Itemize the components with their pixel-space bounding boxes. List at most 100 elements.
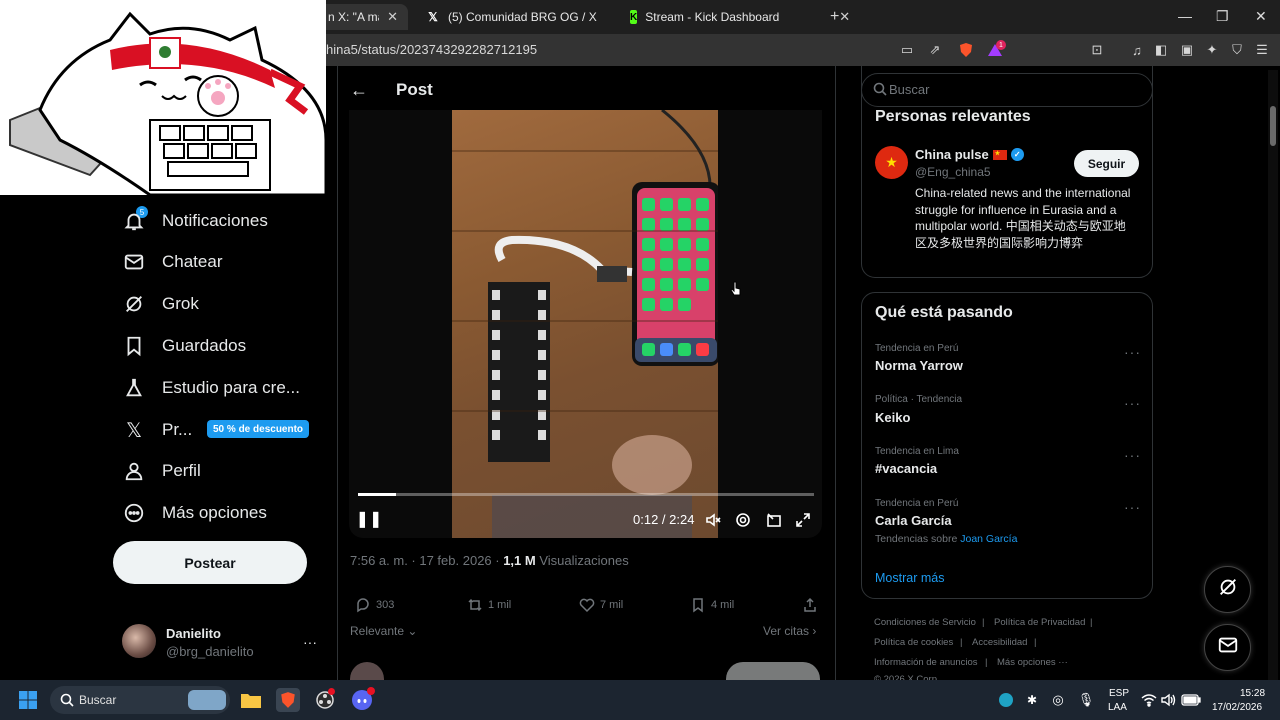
video-player[interactable] [349,110,822,538]
trend-more-icon[interactable]: ··· [1124,344,1141,360]
mute-icon[interactable] [704,511,722,529]
bookmark-button[interactable]: 4 mil [689,596,734,614]
mail-icon [1217,634,1239,661]
trend-category: Tendencia en Perú [875,498,959,509]
leo-ai-icon[interactable]: ✦ [1203,41,1221,59]
footer-link[interactable]: Accesibilidad [972,637,1027,648]
share-icon[interactable]: ⇗ [926,41,944,59]
tab-title: Stream - Kick Dashboard [645,10,780,24]
footer-link[interactable]: Más opciones ··· [997,657,1068,668]
sidebar-toggle-icon[interactable]: ◧ [1152,41,1170,59]
view-quotes-link[interactable]: Ver citas › [763,624,816,638]
menu-icon[interactable]: ☰ [1253,41,1271,59]
cast-icon[interactable]: ▭ [898,41,916,59]
footer-link[interactable]: Información de anuncios [874,657,978,668]
brave-browser-icon[interactable] [276,688,300,712]
show-more-link[interactable]: Mostrar más [875,571,944,585]
trends-title: Qué está pasando [875,304,1013,321]
close-window-button[interactable]: ✕ [1255,8,1267,25]
maximize-button[interactable]: ❐ [1216,8,1229,25]
file-explorer-icon[interactable] [239,688,263,712]
account-more-icon[interactable]: ··· [303,634,317,650]
follow-button[interactable]: Seguir [1074,150,1139,177]
footer-separator: | [960,637,963,648]
video-progress-track[interactable] [358,493,814,496]
fullscreen-icon[interactable] [794,511,812,529]
brave-shield-icon[interactable] [957,41,975,59]
china-flag-icon: ★ [992,149,1007,160]
reader-mode-icon[interactable]: ⊡ [1088,41,1106,59]
trend-more-icon[interactable]: ··· [1124,499,1141,515]
clock-time[interactable]: 15:28 [1240,688,1265,699]
trend-sub-link[interactable]: Joan García [960,533,1017,545]
sidebar-item-label: Chatear [162,252,223,271]
footer-link[interactable]: Política de Privacidad [994,617,1085,628]
avatar[interactable] [122,624,156,658]
repost-button[interactable]: 1 mil [466,596,511,614]
trend-subtitle: Tendencias sobre Joan García [875,533,1017,545]
post-button[interactable]: Postear [113,541,307,584]
reply-button-partial[interactable] [726,662,820,680]
edge-tray-icon[interactable] [994,688,1018,712]
trend-name[interactable]: Keiko [875,410,910,425]
region-indicator[interactable]: LAA [1108,702,1127,713]
trend-more-icon[interactable]: ··· [1124,395,1141,411]
volume-icon[interactable] [1157,688,1181,712]
share-button[interactable] [801,596,823,614]
chevron-right-icon: › [812,624,817,638]
grok-fab-button[interactable] [1204,566,1251,613]
sidebar-item-perfil[interactable]: Perfil [122,453,201,489]
trend-name[interactable]: #vacancia [875,461,937,476]
clock-date[interactable]: 17/02/2026 [1212,702,1262,713]
tab-kick[interactable]: K Stream - Kick Dashboard ✕ [620,4,850,30]
sidebar-item-mas-opciones[interactable]: Más opciones [122,495,267,531]
tab-active[interactable]: n X: "A man u ✕ [318,4,408,30]
search-highlight-icon [188,690,226,710]
pause-icon[interactable]: ❚❚ [356,510,383,528]
grok-icon [1217,576,1239,603]
url-field[interactable]: hina5/status/2023743292282712195 [326,42,537,57]
tab-close-icon[interactable]: ✕ [387,9,398,25]
battery-icon[interactable] [1179,688,1203,712]
app-tray-icon[interactable]: ✱ [1020,688,1044,712]
scrollbar-thumb[interactable] [1270,106,1276,146]
sidebar-item-premium[interactable]: 𝕏 Pr... [122,412,192,448]
post-timestamp: 7:56 a. m. · 17 feb. 2026 · 1,1 M Visual… [350,553,629,568]
sidebar-item-label: Perfil [162,461,201,480]
bookmark-count: 4 mil [711,599,735,611]
back-button[interactable]: ← [350,80,368,101]
windows-start-icon[interactable] [16,688,40,712]
trend-more-icon[interactable]: ··· [1124,447,1141,463]
trend-name[interactable]: Carla García [875,513,952,528]
pip-icon[interactable] [765,511,783,529]
like-button[interactable]: 7 mil [578,596,623,614]
footer-link[interactable]: Condiciones de Servicio [874,617,976,628]
recording-badge [328,688,335,695]
wallet-icon[interactable]: ▣ [1178,41,1196,59]
trend-name[interactable]: Norma Yarrow [875,358,963,373]
page-scrollbar[interactable] [1268,70,1278,680]
user-name: Danielito [166,626,221,641]
footer-link[interactable]: Política de cookies [874,637,953,648]
china-pulse-avatar[interactable]: ★ [875,146,908,179]
microphone-icon[interactable]: 🎙 [1074,688,1098,712]
language-indicator[interactable]: ESP [1109,688,1129,699]
sidebar-item-estudio[interactable]: Estudio para cre... [122,370,300,406]
person-name-row[interactable]: China pulse ★ ✓ [915,147,1024,162]
heart-icon [578,596,596,614]
sidebar-item-notificaciones[interactable]: Notificaciones [122,203,268,239]
messages-fab-button[interactable] [1204,624,1251,671]
reply-button[interactable]: 303 [354,596,394,614]
tab-close-icon[interactable]: ✕ [839,9,850,25]
sort-replies-dropdown[interactable]: Relevante ⌄ [350,624,417,638]
settings-gear-icon[interactable] [734,511,752,529]
vpn-icon[interactable]: ⛉ [1228,41,1246,59]
sidebar-item-chatear[interactable]: Chatear [122,244,222,280]
music-icon[interactable]: ♫ [1128,41,1146,59]
sidebar-item-grok[interactable]: Grok [122,286,199,322]
new-tab-button[interactable]: + [830,8,839,26]
tab-comunidad[interactable]: 𝕏 (5) Comunidad BRG OG / X [416,4,616,30]
steam-tray-icon[interactable]: ◎ [1046,688,1070,712]
sidebar-item-guardados[interactable]: Guardados [122,328,246,364]
minimize-button[interactable]: — [1178,8,1192,24]
